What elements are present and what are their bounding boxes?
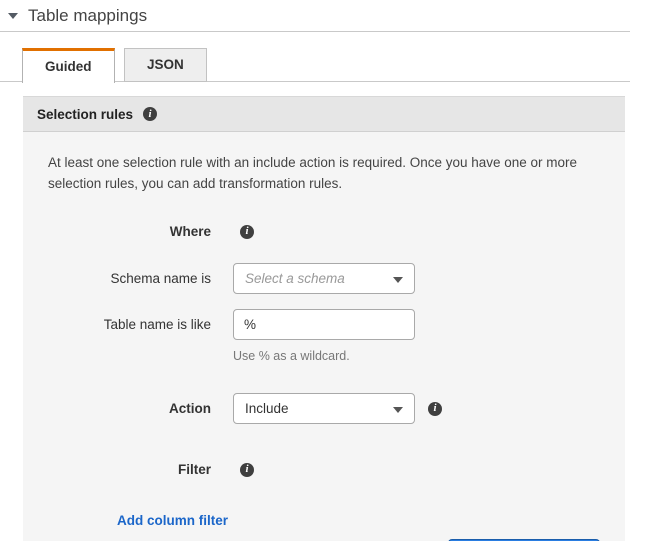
- collapse-caret-icon[interactable]: [8, 13, 18, 19]
- add-column-filter-link[interactable]: Add column filter: [117, 513, 228, 528]
- table-name-row: Table name is like: [48, 309, 600, 340]
- schema-select[interactable]: Select a schema: [233, 263, 415, 294]
- section-header: Table mappings: [0, 0, 663, 27]
- where-info-icon[interactable]: i: [240, 225, 254, 239]
- action-info-icon[interactable]: i: [428, 402, 442, 416]
- selection-rules-panel: Selection rules i At least one selection…: [23, 96, 625, 541]
- section-title[interactable]: Table mappings: [28, 6, 147, 26]
- selection-rules-title: Selection rules: [37, 107, 133, 122]
- action-select[interactable]: Include: [233, 393, 415, 424]
- action-row: Action Include i: [48, 393, 600, 424]
- chevron-down-icon: [393, 277, 403, 283]
- schema-label: Schema name is: [48, 271, 211, 286]
- selection-rules-info-icon[interactable]: i: [143, 107, 157, 121]
- table-mappings-section: Table mappings Guided JSON Selection rul…: [0, 0, 663, 541]
- chevron-down-icon: [393, 407, 403, 413]
- where-label: Where: [48, 224, 211, 239]
- action-label: Action: [48, 401, 211, 416]
- filter-label: Filter: [48, 462, 211, 477]
- tab-bar: Guided JSON: [0, 48, 630, 82]
- selection-rules-header: Selection rules i: [23, 96, 625, 132]
- schema-row: Schema name is Select a schema: [48, 263, 600, 294]
- wildcard-hint: Use % as a wildcard.: [233, 349, 350, 363]
- add-column-filter-row: Add column filter: [48, 513, 600, 528]
- header-divider: [0, 31, 630, 32]
- filter-row: Filter i: [48, 462, 600, 477]
- selection-rules-description: At least one selection rule with an incl…: [48, 152, 600, 194]
- selection-rules-body: At least one selection rule with an incl…: [23, 132, 625, 541]
- tab-json[interactable]: JSON: [124, 48, 207, 82]
- wildcard-hint-row: Use % as a wildcard.: [48, 349, 600, 363]
- table-name-input[interactable]: [233, 309, 415, 340]
- tab-guided[interactable]: Guided: [22, 48, 115, 83]
- action-select-value: Include: [245, 401, 289, 416]
- schema-select-placeholder: Select a schema: [245, 271, 345, 286]
- table-name-label: Table name is like: [48, 317, 211, 332]
- where-row: Where i: [48, 224, 600, 239]
- filter-info-icon[interactable]: i: [240, 463, 254, 477]
